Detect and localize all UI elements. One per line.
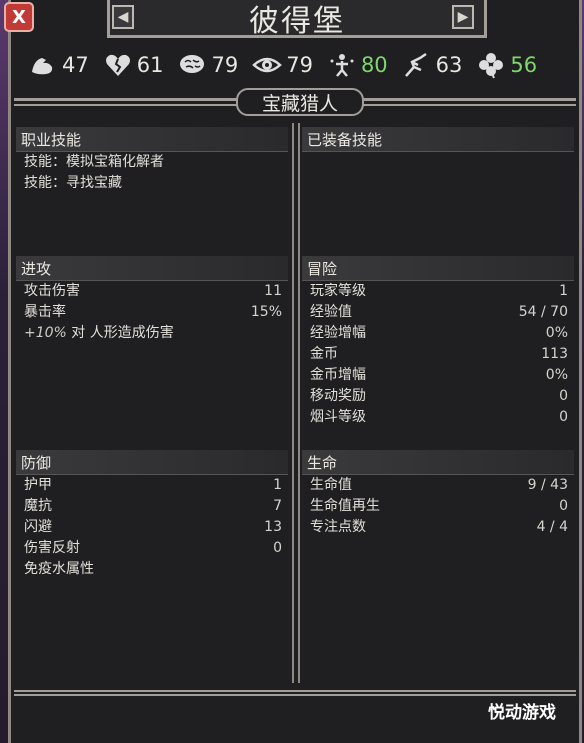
stat-spirit[interactable]: 80 — [327, 50, 388, 80]
attribute-stats-row: 47 61 79 79 80 63 56 — [28, 46, 576, 84]
column-divider — [292, 123, 300, 683]
section-header: 进攻 — [16, 256, 288, 281]
stat-row: 免疫水属性 — [24, 561, 94, 577]
stat-value: 79 — [211, 53, 239, 77]
section-header: 生命 — [302, 450, 574, 475]
watermark: 悦动游戏 — [488, 703, 556, 723]
agility-icon — [404, 52, 427, 77]
broken-heart-icon — [105, 54, 130, 76]
section-header: 冒险 — [302, 256, 574, 281]
close-button[interactable]: X — [4, 2, 34, 32]
stat-value: 47 — [62, 53, 89, 77]
stat-row: 攻击伤害 11 — [24, 283, 282, 299]
stat-perception[interactable]: 79 — [252, 50, 313, 80]
skill-item[interactable]: 技能：模拟宝箱化解者 — [16, 152, 288, 173]
stat-intellect[interactable]: 79 — [177, 50, 238, 80]
bottom-ornament — [14, 690, 576, 696]
stat-row: 护甲 1 — [24, 477, 282, 493]
equipped-skills-section: 已装备技能 — [302, 127, 574, 152]
stat-row: 魔抗 7 — [24, 498, 282, 514]
spirit-icon — [330, 54, 354, 77]
stat-value: 56 — [510, 53, 538, 77]
stat-row: 烟斗等级 0 — [310, 409, 568, 425]
defense-section: 防御 护甲 1 魔抗 7 闪避 13 伤害反射 0 免疫水属性 — [16, 450, 288, 580]
stat-value: 61 — [136, 53, 164, 77]
life-section: 生命 生命值 9 / 43 生命值再生 0 专注点数 4 / 4 — [302, 450, 574, 538]
stat-row: 专注点数 4 / 4 — [310, 519, 568, 535]
stat-row: 金币 113 — [310, 346, 568, 362]
section-header: 已装备技能 — [302, 127, 574, 152]
stat-row: 移动奖励 0 — [310, 388, 568, 404]
class-name: 宝藏猎人 — [261, 92, 338, 115]
attack-section: 进攻 攻击伤害 11 暴击率 15% +10% 对 人形造成伤害 — [16, 256, 288, 344]
stat-row: 伤害反射 0 — [24, 540, 282, 556]
stat-heart[interactable]: 61 — [103, 50, 164, 80]
stat-row: 经验值 54 / 70 — [310, 304, 568, 320]
skill-item[interactable]: 技能：寻找宝藏 — [16, 173, 288, 194]
stat-value: 79 — [286, 53, 313, 77]
bonus-row: +10% 对 人形造成伤害 — [24, 325, 174, 341]
stat-row: 暴击率 15% — [24, 304, 282, 320]
clover-icon — [479, 53, 504, 79]
next-character-button[interactable]: ▶ — [452, 5, 474, 29]
eye-icon — [252, 57, 283, 73]
stat-row: 生命值 9 / 43 — [310, 477, 568, 493]
job-skills-section: 职业技能 技能：模拟宝箱化解者 技能：寻找宝藏 — [16, 127, 288, 194]
prev-character-button[interactable]: ◀ — [112, 5, 134, 29]
stat-row: 金币增幅 0% — [310, 367, 568, 383]
stat-luck[interactable]: 56 — [476, 50, 537, 80]
stat-value: 63 — [435, 53, 463, 77]
adventure-section: 冒险 玩家等级 1 经验值 54 / 70 经验增幅 0% 金币 113 金币增幅 0% … — [302, 256, 574, 428]
stat-row: 经验增幅 0% — [310, 325, 568, 341]
title-bar: 彼得堡 — [107, 0, 487, 39]
section-header: 职业技能 — [16, 127, 288, 152]
stat-strength[interactable]: 47 — [28, 50, 89, 80]
stat-value: 80 — [360, 53, 388, 77]
strength-icon — [32, 58, 53, 75]
class-name-banner: 宝藏猎人 — [236, 88, 364, 116]
stat-agility[interactable]: 63 — [402, 50, 463, 80]
stat-row: 闪避 13 — [24, 519, 282, 535]
character-name: 彼得堡 — [249, 3, 345, 39]
brain-icon — [180, 55, 205, 73]
close-icon: X — [12, 6, 26, 28]
section-header: 防御 — [16, 450, 288, 475]
arrow-right-icon: ▶ — [457, 9, 469, 25]
stat-row: 玩家等级 1 — [310, 283, 568, 299]
arrow-left-icon: ◀ — [117, 9, 129, 25]
stat-row: 生命值再生 0 — [310, 498, 568, 514]
